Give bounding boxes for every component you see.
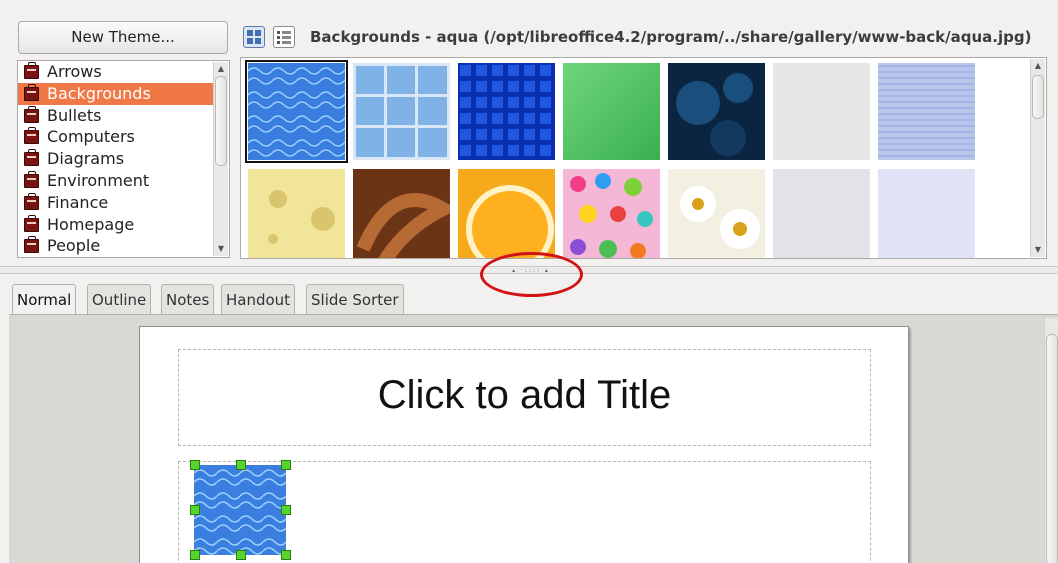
resize-handle[interactable] [236,550,246,560]
theme-item-label: Computers [47,127,135,147]
gallery-title: Backgrounds - aqua (/opt/libreoffice4.2/… [310,28,1032,46]
theme-item-label: Environment [47,170,150,190]
resize-handle[interactable] [190,460,200,470]
theme-item-label: Finance [47,192,109,212]
theme-list-scrollbar[interactable]: ▲ ▼ [213,62,228,256]
thumbnail-white-crumple[interactable] [773,169,870,258]
theme-item-computers[interactable]: Computers [18,126,229,148]
thumbnail-daisies[interactable] [668,169,765,258]
tab-notes[interactable]: Notes [161,284,215,314]
theme-folder-icon [24,62,39,79]
inserted-background-image[interactable] [194,465,286,555]
blue-squares-image [458,63,555,160]
confetti-dots-image [563,169,660,258]
blue-tiles-image [353,63,450,160]
cheese-image [248,169,345,258]
thumbnail-dark-bubbles[interactable] [668,63,765,160]
theme-item-label: Homepage [47,214,135,234]
theme-item-arrows[interactable]: Arrows [18,61,229,83]
theme-item-bullets[interactable]: Bullets [18,105,229,127]
thumbnail-green-texture[interactable] [563,63,660,160]
resize-handle[interactable] [190,550,200,560]
scroll-thumb[interactable] [215,76,227,166]
orange-slice-image [458,169,555,258]
resize-handle[interactable] [281,505,291,515]
scroll-thumb[interactable] [1032,75,1044,119]
theme-folder-icon [24,149,39,167]
aqua-image [248,63,345,160]
theme-item-label: Bullets [47,105,102,125]
thumbnail-blue-tiles[interactable] [353,63,450,160]
thumbnail-chocolate-swirl[interactable] [353,169,450,258]
resize-handle[interactable] [281,550,291,560]
theme-item-diagrams[interactable]: Diagrams [18,148,229,170]
theme-item-label: Arrows [47,62,102,81]
thumbnail-blue-fabric[interactable] [878,63,975,160]
title-placeholder-text: Click to add Title [377,373,672,417]
icon-view-button[interactable] [243,26,265,48]
thumbnail-orange-slice[interactable] [458,169,555,258]
theme-item-environment[interactable]: Environment [18,170,229,192]
tab-handout[interactable]: Handout [221,284,296,314]
thumbnail-aqua[interactable] [245,60,348,163]
tab-outline[interactable]: Outline [87,284,152,314]
grid-icon [247,30,261,44]
tab-slide-sorter[interactable]: Slide Sorter [306,284,404,314]
thumbnail-blue-squares[interactable] [458,63,555,160]
detailed-view-button[interactable] [273,26,295,48]
resize-handle[interactable] [190,505,200,515]
highlight-ellipse [480,252,583,297]
theme-item-backgrounds[interactable]: Backgrounds [18,82,213,105]
scroll-down-icon[interactable]: ▼ [1031,243,1045,257]
theme-folder-icon [24,83,39,101]
gallery-scrollbar[interactable]: ▲ ▼ [1030,59,1045,257]
theme-folder-icon [24,105,39,123]
scroll-up-icon[interactable]: ▲ [214,62,228,76]
list-icon [277,31,291,44]
theme-item-label: Backgrounds [47,83,151,103]
green-texture-image [563,63,660,160]
theme-folder-icon [24,236,39,254]
scroll-up-icon[interactable]: ▲ [1031,59,1045,73]
scroll-down-icon[interactable]: ▼ [214,242,228,256]
thumbnail-lavender-texture[interactable] [878,169,975,258]
thumbnail-white-paper[interactable] [773,63,870,160]
tab-normal[interactable]: Normal [12,284,77,315]
white-paper-image [773,63,870,160]
scroll-thumb[interactable] [1046,334,1058,563]
dark-bubbles-image [668,63,765,160]
aqua-image [194,465,286,555]
theme-folder-icon [24,127,39,145]
resize-handle[interactable] [281,460,291,470]
theme-item-finance[interactable]: Finance [18,192,229,214]
daisies-image [668,169,765,258]
theme-item-label: Diagrams [47,149,125,169]
theme-item-homepage[interactable]: Homepage [18,214,229,236]
theme-folder-icon [24,214,39,232]
new-theme-button[interactable]: New Theme... [18,21,228,54]
resize-handle[interactable] [236,460,246,470]
chocolate-swirl-image [353,169,450,258]
gallery-preview[interactable]: ▲ ▼ [240,57,1047,259]
slide-scrollbar[interactable] [1044,318,1058,563]
theme-item-label: People [47,236,101,256]
theme-list[interactable]: Arrows Backgrounds Bullets Computers Dia… [17,60,230,258]
white-crumple-image [773,169,870,258]
thumbnail-cheese[interactable] [248,169,345,258]
theme-item-people[interactable]: People [18,235,229,257]
thumbnail-confetti-dots[interactable] [563,169,660,258]
theme-folder-icon [24,170,39,188]
theme-folder-icon [24,192,39,210]
lavender-texture-image [878,169,975,258]
blue-fabric-image [878,63,975,160]
